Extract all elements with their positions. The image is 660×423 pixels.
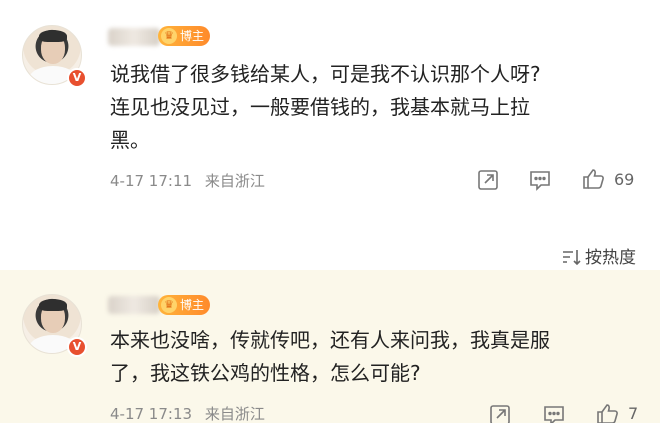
comment-card: V ♛ 博主 本来也没啥，传就传吧，还有人来问我，我真是服 了，我这铁公鸡的性格… — [0, 270, 660, 423]
comment-line: 黑。 — [110, 128, 150, 152]
comment-text: 本来也没啥，传就传吧，还有人来问我，我真是服 了，我这铁公鸡的性格，怎么可能? — [110, 324, 550, 390]
like-count: 69 — [614, 170, 635, 189]
comment-text: 说我借了很多钱给某人，可是我不认识那个人呀? 连见也没见过，一般要借钱的，我基本… — [110, 58, 541, 157]
author-badge: ♛ 博主 — [158, 26, 211, 46]
comment-icon[interactable] — [542, 403, 566, 423]
location: 来自浙江 — [204, 405, 265, 423]
timestamp: 4-17 17:11 — [110, 172, 193, 190]
crown-icon: ♛ — [161, 28, 177, 44]
badge-label: 博主 — [180, 29, 205, 43]
share-icon[interactable] — [476, 168, 500, 192]
verified-icon: V — [67, 337, 87, 357]
thumbs-up-icon[interactable] — [596, 402, 620, 423]
timestamp: 4-17 17:13 — [110, 405, 193, 423]
location: 来自浙江 — [204, 172, 265, 190]
comment-meta: 4-17 17:13 来自浙江 — [110, 403, 273, 423]
username-blurred[interactable] — [108, 296, 160, 314]
username-blurred[interactable] — [108, 28, 160, 46]
comment-line: 本来也没啥，传就传吧，还有人来问我，我真是服 — [110, 328, 550, 352]
thumbs-up-icon[interactable] — [582, 167, 606, 191]
sort-icon — [563, 250, 581, 266]
sort-button[interactable]: 按热度 — [561, 243, 636, 268]
sort-label: 按热度 — [585, 248, 636, 268]
comment-meta: 4-17 17:11 来自浙江 — [110, 170, 273, 191]
comment-card: V ♛ 博主 说我借了很多钱给某人，可是我不认识那个人呀? 连见也没见过，一般要… — [0, 0, 660, 232]
verified-icon: V — [67, 68, 87, 88]
comment-line: 了，我这铁公鸡的性格，怎么可能? — [110, 361, 421, 385]
crown-icon: ♛ — [161, 297, 177, 313]
like-count: 7 — [628, 404, 639, 423]
author-badge: ♛ 博主 — [158, 295, 211, 315]
badge-label: 博主 — [180, 298, 205, 312]
comment-icon[interactable] — [528, 168, 552, 192]
share-icon[interactable] — [488, 403, 512, 423]
comment-line: 说我借了很多钱给某人，可是我不认识那个人呀? — [110, 62, 541, 86]
comment-line: 连见也没见过，一般要借钱的，我基本就马上拉 — [110, 95, 530, 119]
